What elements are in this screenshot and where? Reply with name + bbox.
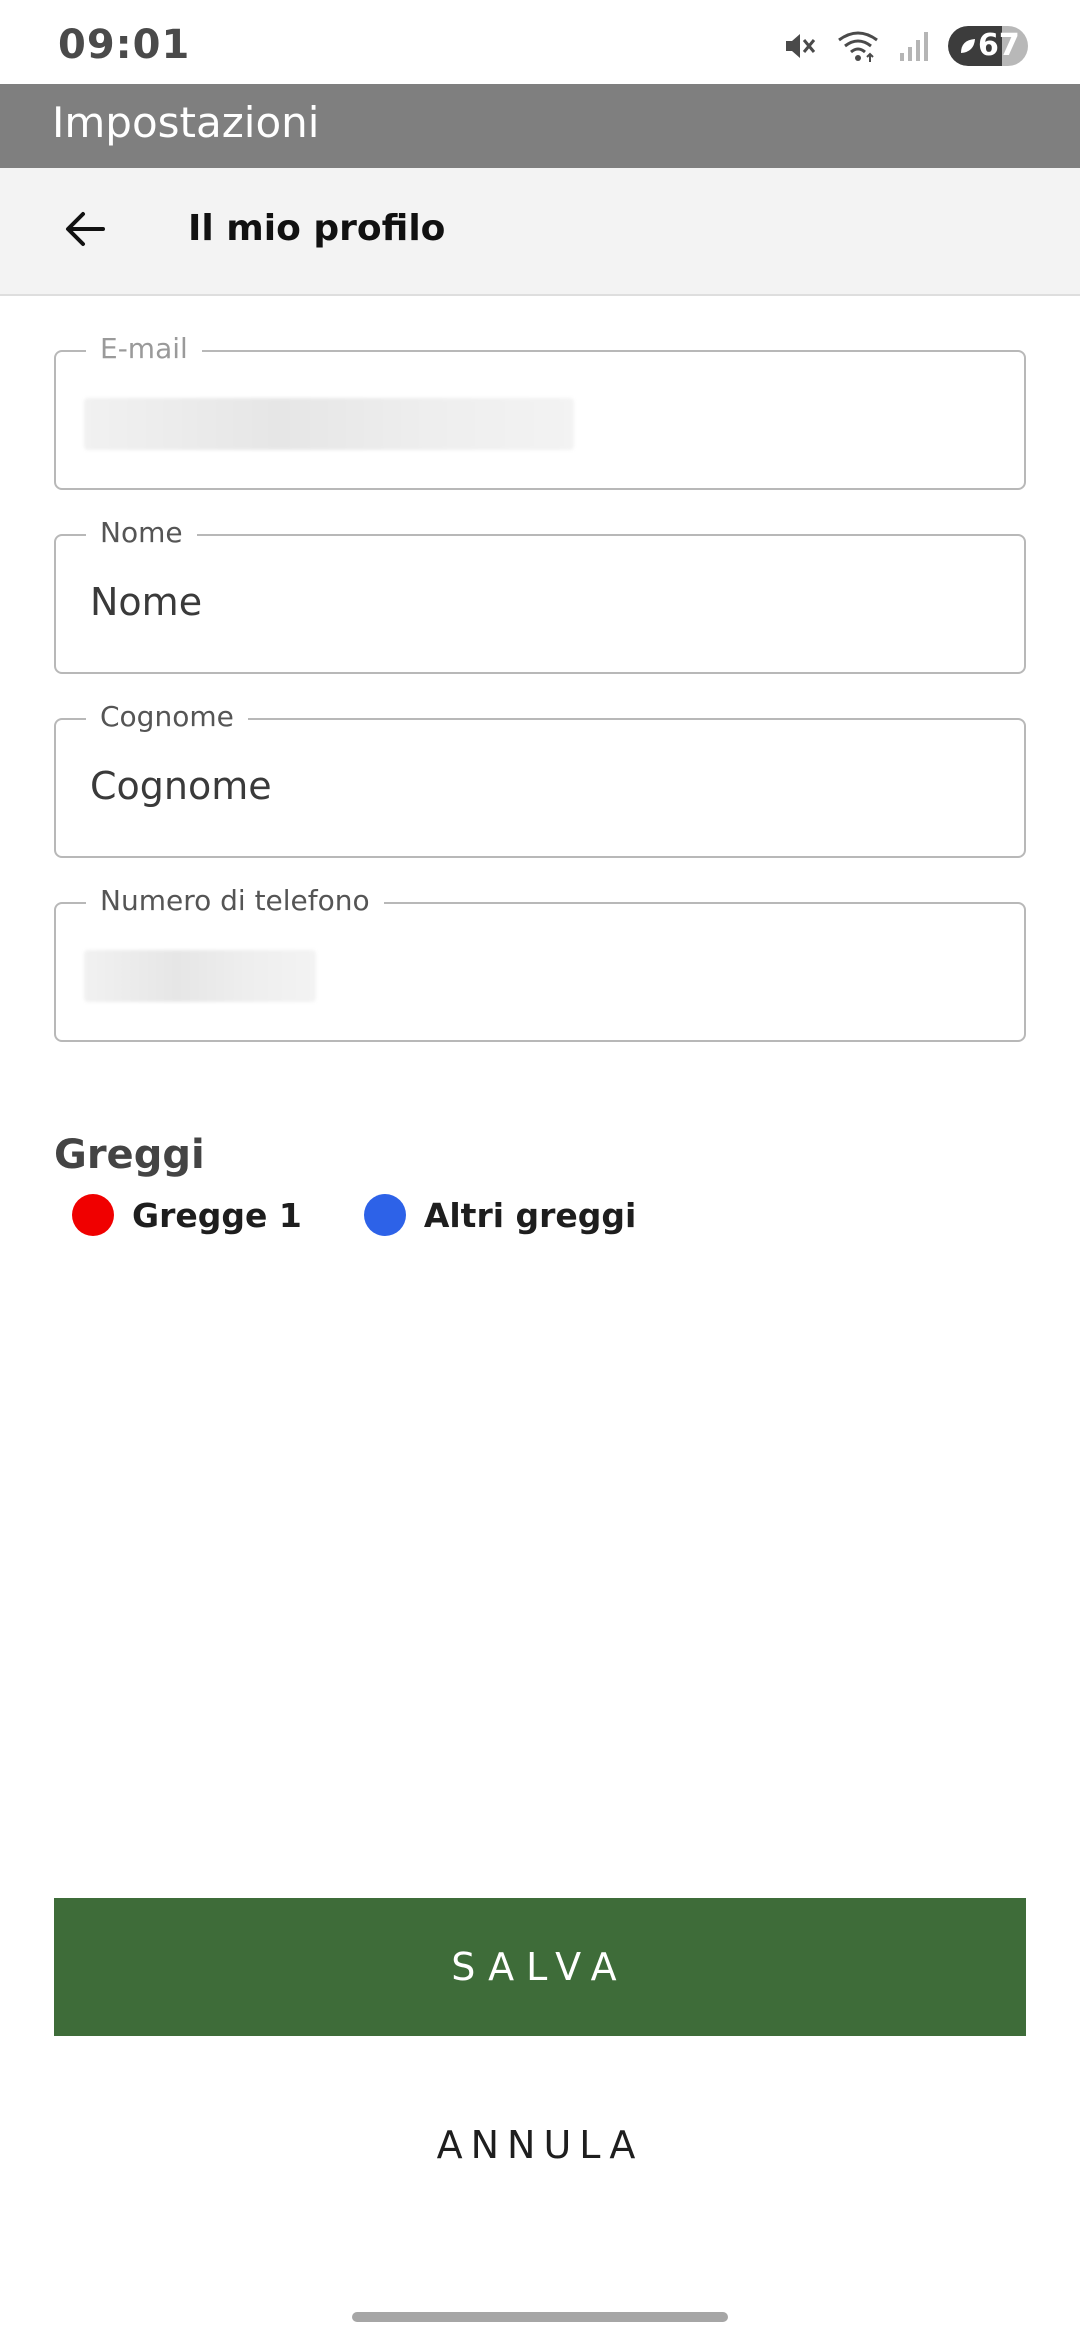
cognome-value: Cognome bbox=[90, 764, 272, 808]
page-title: Il mio profilo bbox=[188, 208, 446, 249]
arrow-left-icon bbox=[61, 205, 109, 257]
battery-icon: 67 bbox=[948, 26, 1028, 66]
nome-label: Nome bbox=[86, 516, 197, 549]
mute-icon bbox=[782, 28, 818, 64]
blue-dot-icon bbox=[363, 1194, 406, 1236]
email-value-redacted bbox=[84, 398, 574, 450]
leaf-icon bbox=[958, 36, 978, 56]
legend-item: Altri greggi bbox=[363, 1194, 637, 1236]
nome-field[interactable]: Nome Nome bbox=[54, 516, 1026, 674]
signal-icon bbox=[898, 29, 930, 63]
telefono-label: Numero di telefono bbox=[86, 884, 384, 917]
cognome-field[interactable]: Cognome Cognome bbox=[54, 700, 1026, 858]
profile-screen: 09:01 67 Impostazioni Il mio profilo E-m… bbox=[0, 0, 1080, 2340]
status-icons: 67 bbox=[782, 26, 1028, 66]
cancel-button[interactable]: ANNULA bbox=[54, 2080, 1026, 2210]
telefono-field[interactable]: Numero di telefono bbox=[54, 884, 1026, 1042]
app-header-title: Impostazioni bbox=[52, 98, 320, 147]
save-button[interactable]: SALVA bbox=[54, 1898, 1026, 2036]
red-dot-icon bbox=[72, 1194, 114, 1236]
nome-value: Nome bbox=[90, 580, 203, 624]
legend-label: Gregge 1 bbox=[132, 1195, 302, 1235]
greggi-title: Greggi bbox=[54, 1132, 205, 1178]
back-button[interactable] bbox=[50, 198, 120, 264]
sub-header: Il mio profilo bbox=[0, 168, 1080, 296]
wifi-icon bbox=[836, 28, 880, 64]
status-bar: 09:01 67 bbox=[0, 0, 1080, 84]
greggi-legend: Gregge 1 Altri greggi bbox=[72, 1194, 698, 1236]
home-indicator bbox=[352, 2312, 728, 2322]
telefono-value-redacted bbox=[84, 950, 316, 1002]
legend-item: Gregge 1 bbox=[72, 1194, 302, 1236]
legend-label: Altri greggi bbox=[423, 1195, 637, 1235]
status-time: 09:01 bbox=[58, 22, 191, 68]
battery-percent: 67 bbox=[978, 28, 1020, 63]
email-label: E-mail bbox=[86, 332, 202, 365]
cognome-label: Cognome bbox=[86, 700, 248, 733]
email-field[interactable]: E-mail bbox=[54, 332, 1026, 490]
app-header: Impostazioni bbox=[0, 84, 1080, 168]
